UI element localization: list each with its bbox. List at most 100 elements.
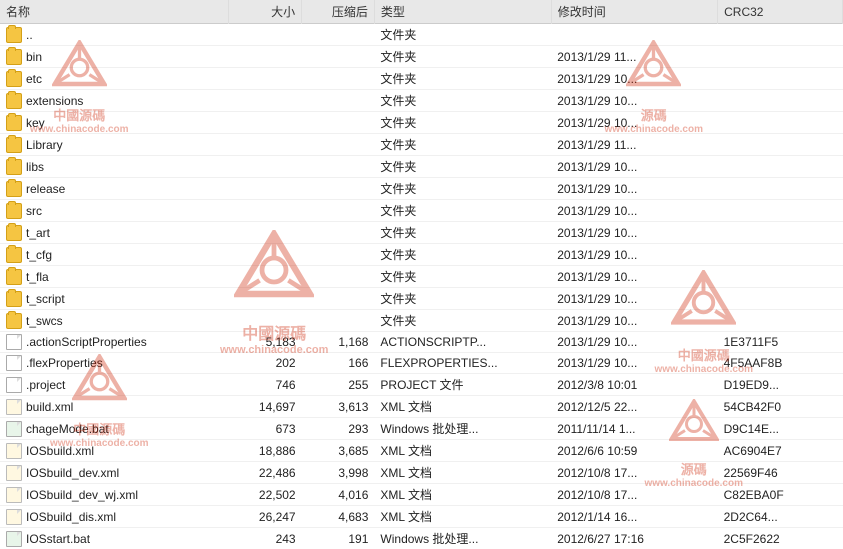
table-row[interactable]: src 文件夹 2013/1/29 10...	[0, 200, 843, 222]
cell-modified: 2013/1/29 10...	[551, 90, 717, 112]
cell-crc: 22569F46	[718, 462, 843, 484]
cell-type: 文件夹	[374, 156, 551, 178]
table-row[interactable]: IOSbuild_dev_wj.xml 22,502 4,016 XML 文档 …	[0, 484, 843, 506]
cell-size	[229, 68, 302, 90]
cell-size	[229, 178, 302, 200]
cell-type: ACTIONSCRIPTP...	[374, 332, 551, 353]
cell-size: 5,183	[229, 332, 302, 353]
table-row[interactable]: Library 文件夹 2013/1/29 11...	[0, 134, 843, 156]
cell-packed: 255	[302, 374, 375, 396]
cell-size: 26,247	[229, 506, 302, 528]
cell-size	[229, 24, 302, 46]
file-name: t_script	[26, 292, 65, 306]
cell-packed	[302, 46, 375, 68]
table-row[interactable]: t_script 文件夹 2013/1/29 10...	[0, 288, 843, 310]
file-name: src	[26, 204, 42, 218]
folder-icon	[6, 247, 22, 263]
cell-packed	[302, 222, 375, 244]
cell-crc	[718, 46, 843, 68]
table-row[interactable]: extensions 文件夹 2013/1/29 10...	[0, 90, 843, 112]
cell-size	[229, 156, 302, 178]
cell-name: IOSbuild_dis.xml	[0, 506, 229, 528]
cell-name: .flexProperties	[0, 353, 229, 374]
table-row[interactable]: libs 文件夹 2013/1/29 10...	[0, 156, 843, 178]
table-row[interactable]: .flexProperties 202 166 FLEXPROPERTIES..…	[0, 353, 843, 374]
file-name: IOSbuild.xml	[26, 444, 94, 458]
file-list-container[interactable]: 名称 大小 压缩后 类型 修改时间 CRC32 .. 文件夹	[0, 0, 843, 549]
table-row[interactable]: .. 文件夹	[0, 24, 843, 46]
cell-modified: 2012/6/27 17:16	[551, 528, 717, 549]
col-header-modified[interactable]: 修改时间	[551, 0, 717, 24]
cell-packed	[302, 112, 375, 134]
cell-crc	[718, 90, 843, 112]
col-header-crc[interactable]: CRC32	[718, 0, 843, 24]
table-row[interactable]: .actionScriptProperties 5,183 1,168 ACTI…	[0, 332, 843, 353]
cell-type: FLEXPROPERTIES...	[374, 353, 551, 374]
table-row[interactable]: t_cfg 文件夹 2013/1/29 10...	[0, 244, 843, 266]
file-name: release	[26, 182, 65, 196]
cell-modified: 2012/6/6 10:59	[551, 440, 717, 462]
table-row[interactable]: t_swcs 文件夹 2013/1/29 10...	[0, 310, 843, 332]
cell-packed: 191	[302, 528, 375, 549]
table-row[interactable]: t_art 文件夹 2013/1/29 10...	[0, 222, 843, 244]
cell-type: 文件夹	[374, 222, 551, 244]
cell-modified: 2013/1/29 10...	[551, 112, 717, 134]
table-row[interactable]: IOSbuild_dev.xml 22,486 3,998 XML 文档 201…	[0, 462, 843, 484]
file-name: chageMode.bat	[26, 422, 109, 436]
cell-modified: 2013/1/29 10...	[551, 156, 717, 178]
cell-type: XML 文档	[374, 396, 551, 418]
cell-type: 文件夹	[374, 266, 551, 288]
col-header-packed[interactable]: 压缩后	[302, 0, 375, 24]
cell-size: 673	[229, 418, 302, 440]
table-row[interactable]: t_fla 文件夹 2013/1/29 10...	[0, 266, 843, 288]
file-name: .flexProperties	[26, 356, 103, 370]
folder-icon	[6, 137, 22, 153]
file-icon	[6, 334, 22, 350]
table-row[interactable]: IOSbuild.xml 18,886 3,685 XML 文档 2012/6/…	[0, 440, 843, 462]
table-row[interactable]: IOSstart.bat 243 191 Windows 批处理... 2012…	[0, 528, 843, 549]
file-icon	[6, 377, 22, 393]
table-row[interactable]: .project 746 255 PROJECT 文件 2012/3/8 10:…	[0, 374, 843, 396]
cell-name: chageMode.bat	[0, 418, 229, 440]
cell-type: Windows 批处理...	[374, 418, 551, 440]
table-row[interactable]: etc 文件夹 2013/1/29 10...	[0, 68, 843, 90]
cell-crc: AC6904E7	[718, 440, 843, 462]
cell-packed: 1,168	[302, 332, 375, 353]
folder-icon	[6, 181, 22, 197]
table-row[interactable]: IOSbuild_dis.xml 26,247 4,683 XML 文档 201…	[0, 506, 843, 528]
cell-type: 文件夹	[374, 178, 551, 200]
table-row[interactable]: key 文件夹 2013/1/29 10...	[0, 112, 843, 134]
cell-name: .project	[0, 374, 229, 396]
cell-crc: 2D2C64...	[718, 506, 843, 528]
table-row[interactable]: release 文件夹 2013/1/29 10...	[0, 178, 843, 200]
cell-packed	[302, 266, 375, 288]
col-header-type[interactable]: 类型	[374, 0, 551, 24]
cell-crc: 54CB42F0	[718, 396, 843, 418]
cell-name: IOSbuild_dev_wj.xml	[0, 484, 229, 506]
xml-icon	[6, 487, 22, 503]
cell-crc	[718, 24, 843, 46]
cell-packed	[302, 310, 375, 332]
cell-modified: 2012/10/8 17...	[551, 484, 717, 506]
cell-type: PROJECT 文件	[374, 374, 551, 396]
table-row[interactable]: chageMode.bat 673 293 Windows 批处理... 201…	[0, 418, 843, 440]
cell-name: build.xml	[0, 396, 229, 418]
cell-type: XML 文档	[374, 440, 551, 462]
col-header-size[interactable]: 大小	[229, 0, 302, 24]
table-row[interactable]: bin 文件夹 2013/1/29 11...	[0, 46, 843, 68]
cell-name: IOSstart.bat	[0, 528, 229, 549]
cell-modified: 2012/1/14 16...	[551, 506, 717, 528]
cell-size: 18,886	[229, 440, 302, 462]
cell-size: 22,486	[229, 462, 302, 484]
bat-icon	[6, 531, 22, 547]
col-header-name[interactable]: 名称	[0, 0, 229, 24]
cell-modified: 2012/12/5 22...	[551, 396, 717, 418]
cell-name: t_fla	[0, 266, 229, 288]
cell-name: bin	[0, 46, 229, 68]
table-row[interactable]: build.xml 14,697 3,613 XML 文档 2012/12/5 …	[0, 396, 843, 418]
cell-name: src	[0, 200, 229, 222]
cell-name: t_cfg	[0, 244, 229, 266]
cell-name: key	[0, 112, 229, 134]
file-name: bin	[26, 50, 42, 64]
cell-packed	[302, 178, 375, 200]
